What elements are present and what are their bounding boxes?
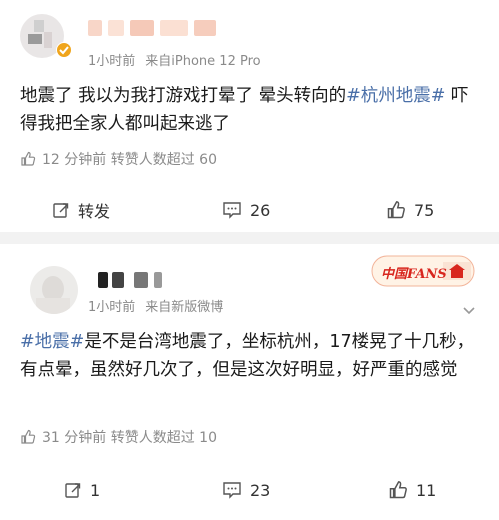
post-source: 来自iPhone 12 Pro: [145, 54, 261, 69]
avatar[interactable]: [30, 266, 78, 314]
weibo-post-1: 1小时前 来自iPhone 12 Pro 地震了 我以为我打游戏打晕了 晕头转向的…: [0, 0, 499, 232]
action-bar: 转发 26 75: [0, 190, 499, 230]
thumb-up-icon: [21, 151, 36, 166]
thumb-up-icon: [21, 429, 36, 444]
repost-label: 转发: [78, 202, 111, 221]
post-time: 1小时前: [88, 300, 136, 315]
username-redacted[interactable]: [88, 20, 238, 36]
weibo-post-2: 1小时前 来自新版微博 中国FANS #地震#是不是台湾地震了，坐标杭州，17楼晃…: [0, 244, 499, 520]
comment-icon: [223, 482, 241, 499]
repost-count: 1: [90, 480, 101, 500]
post-divider: [0, 232, 499, 244]
fan-badge: 中国FANS: [371, 250, 475, 294]
badge-label: 中国FANS: [381, 267, 447, 282]
post-time: 1小时前: [88, 54, 136, 69]
post-text: 是不是台湾地震了，坐标杭州，17楼晃了十几秒，有点晕，虽然好几次了，但是这次好明…: [20, 332, 475, 380]
repost-icon: [53, 203, 69, 218]
comment-count: 26: [250, 200, 271, 220]
post-source: 来自新版微博: [145, 300, 224, 315]
username-redacted[interactable]: [98, 272, 194, 288]
post-content: 地震了 我以为我打游戏打晕了 晕头转向的#杭州地震# 吓得我把全家人都叫起来逃了: [20, 82, 482, 138]
more-icon[interactable]: [461, 302, 477, 318]
post-meta: 1小时前 来自iPhone 12 Pro: [88, 50, 261, 69]
hashtag-link[interactable]: #地震#: [20, 332, 84, 352]
like-count: 11: [416, 480, 437, 500]
repost-icon: [65, 483, 81, 498]
post-text: 地震了 我以为我打游戏打晕了 晕头转向的: [20, 86, 347, 106]
stat-text: 12 分钟前 转赞人数超过 60: [42, 152, 217, 168]
hashtag-link[interactable]: #杭州地震#: [346, 86, 445, 106]
post-meta: 1小时前 来自新版微博: [88, 296, 223, 315]
comment-count: 23: [250, 480, 271, 500]
like-count: 75: [414, 200, 435, 220]
like-button[interactable]: 11: [388, 470, 436, 510]
interaction-stat: 31 分钟前 转赞人数超过 10: [20, 427, 217, 447]
action-bar: 1 23 11: [0, 470, 499, 510]
comment-button[interactable]: 26: [222, 190, 270, 230]
comment-button[interactable]: 23: [222, 470, 270, 510]
like-button[interactable]: 75: [386, 190, 434, 230]
verified-icon: [56, 42, 72, 58]
repost-button[interactable]: 转发: [52, 190, 110, 230]
interaction-stat: 12 分钟前 转赞人数超过 60: [20, 149, 217, 169]
repost-button[interactable]: 1: [64, 470, 100, 510]
thumb-up-icon: [387, 201, 405, 219]
comment-icon: [223, 202, 241, 219]
stat-text: 31 分钟前 转赞人数超过 10: [42, 430, 217, 446]
thumb-up-icon: [389, 481, 407, 499]
post-content: #地震#是不是台湾地震了，坐标杭州，17楼晃了十几秒，有点晕，虽然好几次了，但是…: [20, 328, 482, 384]
